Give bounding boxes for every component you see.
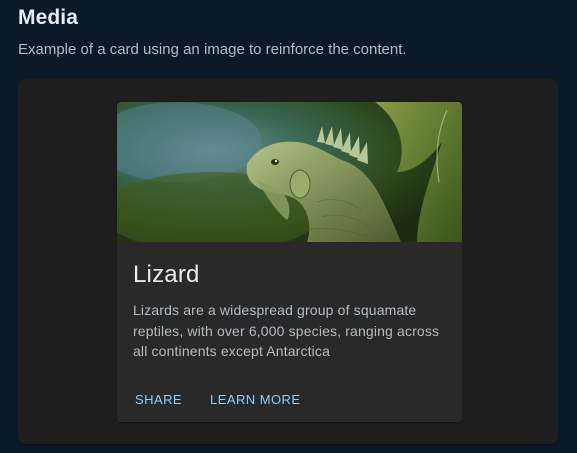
section-subtitle: Example of a card using an image to rein… — [18, 41, 407, 58]
section-title: Media — [18, 6, 79, 29]
learn-more-button[interactable]: Learn More — [200, 382, 310, 418]
card-actions: Share Learn More — [125, 382, 311, 418]
card-media-image — [117, 102, 462, 242]
media-card: Lizard Lizards are a widespread group of… — [117, 102, 462, 422]
share-button[interactable]: Share — [125, 382, 192, 418]
card-description: Lizards are a widespread group of squama… — [133, 302, 440, 359]
card-title: Lizard — [133, 261, 200, 288]
media-section: Media Example of a card using an image t… — [0, 0, 577, 453]
demo-frame: Lizard Lizards are a widespread group of… — [18, 78, 558, 444]
